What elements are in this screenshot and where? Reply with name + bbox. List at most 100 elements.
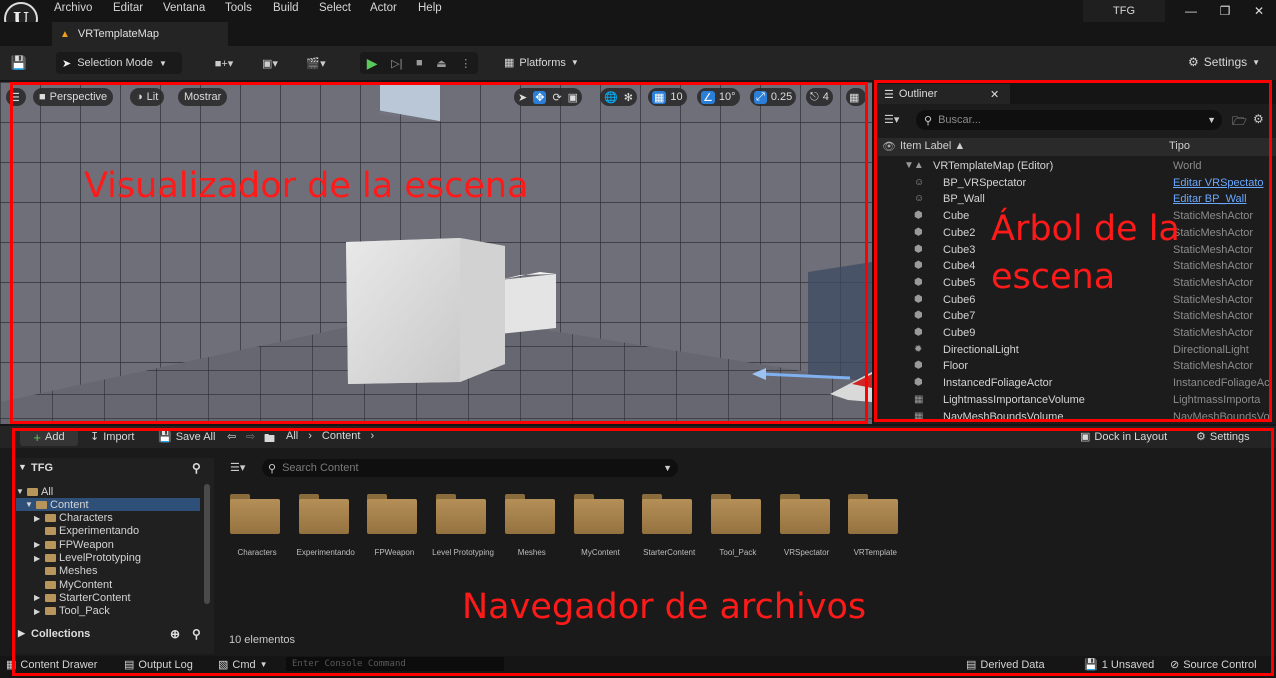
- tree-item[interactable]: ▶ Characters: [34, 512, 113, 525]
- log-icon: ▤: [124, 659, 135, 671]
- add-button[interactable]: + Add: [20, 428, 78, 446]
- folder-body: [436, 499, 487, 534]
- item-count: 10 elementos: [229, 634, 296, 646]
- outliner-row[interactable]: ⬢ Cube StaticMeshActor: [878, 208, 1276, 225]
- outliner-row[interactable]: ☺ BP_Wall Editar BP_Wall: [878, 191, 1276, 208]
- outliner-row[interactable]: ⬢ Cube6 StaticMeshActor: [878, 292, 1276, 309]
- folder-tile-label: MyContent: [581, 548, 620, 557]
- folder-tile[interactable]: VRSpectator: [770, 488, 832, 578]
- folder-tile[interactable]: MyContent: [564, 488, 626, 578]
- folder-icon: [45, 527, 56, 536]
- folder-icon: [45, 554, 56, 562]
- search-icon[interactable]: ⚲: [192, 627, 201, 641]
- expanded-icon[interactable]: ▼: [25, 500, 33, 509]
- outliner-row-label: Floor: [943, 360, 969, 373]
- breadcrumb-all[interactable]: All: [286, 430, 298, 442]
- filter-icon[interactable]: ☰▾: [230, 461, 245, 474]
- folder-tile[interactable]: Experimentando: [289, 488, 355, 578]
- folder-tile[interactable]: StarterContent: [632, 488, 695, 578]
- add-label: Add: [45, 431, 65, 443]
- add-collection-icon[interactable]: ⊕: [170, 627, 180, 641]
- static-mesh-icon: ⬢: [914, 293, 923, 305]
- tree-item[interactable]: MyContent: [34, 578, 112, 591]
- tree-item[interactable]: ▶ LevelPrototyping: [34, 552, 141, 565]
- outliner-row[interactable]: ⬢ Cube9 StaticMeshActor: [878, 325, 1276, 342]
- tree-scrollbar[interactable]: [204, 484, 210, 604]
- output-log-label: Output Log: [138, 658, 193, 671]
- outliner-row[interactable]: ▼▲ VRTemplateMap (Editor) World: [878, 158, 1276, 175]
- expanded-icon[interactable]: ▼: [16, 487, 24, 496]
- collapsed-icon[interactable]: ▶: [34, 607, 42, 616]
- collapsed-icon[interactable]: ▶: [34, 540, 42, 549]
- blueprint-actor-icon: ☺: [914, 176, 925, 188]
- outliner-row[interactable]: ▦ LightmassImportanceVolume LightmassImpor…: [878, 392, 1276, 409]
- folder-tile[interactable]: Level Prototyping: [426, 488, 494, 578]
- folder-tile[interactable]: VRTemplate: [838, 488, 900, 578]
- sources-header[interactable]: ▼ TFG ⚲: [14, 460, 214, 480]
- folder-icon: [45, 567, 56, 576]
- folder-body: [367, 499, 418, 534]
- folder-icon: [45, 607, 56, 616]
- outliner-row[interactable]: ⬢ Floor StaticMeshActor: [878, 358, 1276, 375]
- tree-item[interactable]: ▼ Content: [25, 498, 89, 511]
- forward-icon[interactable]: ⇨: [246, 430, 255, 443]
- outliner-row[interactable]: ⬢ Cube4 StaticMeshActor: [878, 258, 1276, 275]
- outliner-row[interactable]: ⬢ Cube5 StaticMeshActor: [878, 275, 1276, 292]
- collapsed-icon[interactable]: ▶: [34, 593, 42, 602]
- output-log-button[interactable]: ▤ Output Log: [124, 658, 193, 672]
- collapsed-icon[interactable]: ▶: [34, 554, 42, 563]
- import-button[interactable]: ↧ Import: [90, 430, 134, 444]
- content-drawer-button[interactable]: ▦ Content Drawer: [6, 658, 97, 672]
- unsaved-button[interactable]: 💾 1 Unsaved: [1084, 658, 1154, 672]
- outliner-row-type: StaticMeshActor: [1173, 360, 1254, 373]
- dock-layout-button[interactable]: ▣ Dock in Layout: [1080, 430, 1168, 444]
- back-icon[interactable]: ⇦: [227, 430, 236, 443]
- collections-header[interactable]: ▶ Collections ⊕ ⚲: [14, 626, 214, 646]
- tree-item-label: Experimentando: [59, 525, 140, 538]
- outliner-row[interactable]: ▦ NavMeshBoundsVolume NavMeshBoundsVo: [878, 409, 1276, 422]
- tree-item[interactable]: ▶ FPWeapon: [34, 538, 114, 551]
- cmd-dropdown[interactable]: ▧ Cmd ▼: [218, 658, 268, 672]
- outliner-row[interactable]: ⬢ Cube3 StaticMeshActor: [878, 242, 1276, 259]
- folder-tile[interactable]: Meshes: [495, 488, 557, 578]
- tree-item[interactable]: Meshes: [34, 565, 98, 578]
- outliner-row-type: InstancedFoliageAc: [1173, 377, 1270, 390]
- folder-tile[interactable]: Characters: [220, 488, 282, 578]
- outliner-row[interactable]: ☺ BP_VRSpectator Editar VRSpectato: [878, 175, 1276, 192]
- save-all-button[interactable]: 💾 Save All: [158, 430, 215, 444]
- folder-icon: [298, 494, 349, 534]
- tree-item[interactable]: ▶ Tool_Pack: [34, 605, 110, 618]
- folder-icon: [573, 494, 624, 534]
- cb-settings-button[interactable]: ⚙ Settings: [1196, 430, 1250, 444]
- static-mesh-icon: ⬢: [914, 210, 923, 222]
- derived-data-button[interactable]: ▤ Derived Data: [966, 658, 1045, 672]
- unsaved-icon: 💾: [1084, 659, 1098, 671]
- tree-item[interactable]: Experimentando: [34, 525, 139, 538]
- dock-label: Dock in Layout: [1094, 430, 1168, 443]
- static-mesh-icon: ⬢: [914, 310, 923, 322]
- folder-tile[interactable]: FPWeapon: [357, 488, 419, 578]
- derived-data-icon: ▤: [966, 659, 977, 671]
- folder-tile-label: Characters: [237, 548, 277, 557]
- search-icon[interactable]: ⚲: [192, 461, 201, 475]
- outliner-row-label: Cube6: [943, 293, 976, 306]
- console-input[interactable]: Enter Console Command: [286, 657, 504, 671]
- outliner-row[interactable]: ⬢ Cube2 StaticMeshActor: [878, 225, 1276, 242]
- outliner-row[interactable]: ✹ DirectionalLight DirectionalLight: [878, 342, 1276, 359]
- expand-icon: ▶: [18, 628, 25, 638]
- content-search-input[interactable]: ⚲ Search Content ▼: [262, 459, 678, 477]
- folder-icon: [504, 494, 555, 534]
- outliner-row-label: InstancedFoliageActor: [943, 377, 1053, 390]
- edit-blueprint-link[interactable]: Editar BP_Wall: [1173, 193, 1276, 205]
- outliner-row[interactable]: ⬢ Cube7 StaticMeshActor: [878, 308, 1276, 325]
- edit-blueprint-link[interactable]: Editar VRSpectato: [1173, 177, 1276, 189]
- folder-tile[interactable]: Tool_Pack: [701, 488, 763, 578]
- source-control-button[interactable]: ⊘ Source Control: [1170, 658, 1257, 672]
- tree-item[interactable]: ▶ StarterContent: [34, 591, 131, 604]
- collections-label: Collections: [31, 628, 91, 640]
- collapsed-icon[interactable]: ▶: [34, 514, 42, 523]
- tree-item[interactable]: ▼ All: [16, 485, 53, 498]
- breadcrumb-content[interactable]: Content: [322, 430, 361, 442]
- folder-icon: [848, 494, 899, 534]
- outliner-row[interactable]: ⬢ InstancedFoliageActor InstancedFoliageAc: [878, 375, 1276, 392]
